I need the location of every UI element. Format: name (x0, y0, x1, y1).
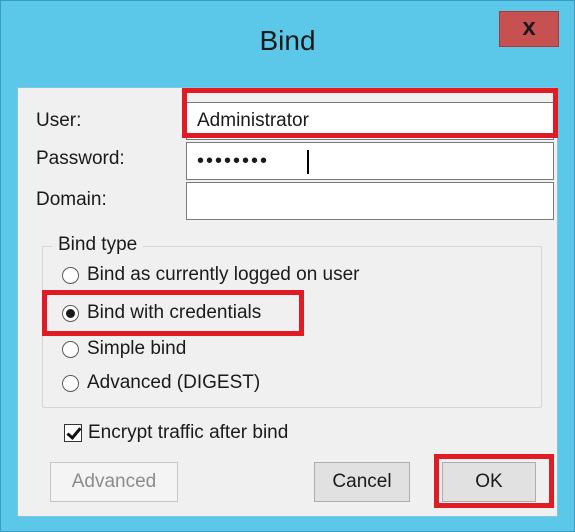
domain-field[interactable] (186, 182, 554, 220)
radio-label: Bind with credentials (87, 302, 262, 323)
user-field[interactable]: Administrator (186, 102, 554, 140)
advanced-button[interactable]: Advanced (50, 462, 178, 502)
radio-label: Simple bind (87, 338, 187, 359)
checkbox-checked-icon (64, 424, 82, 442)
password-field[interactable]: •••••••• (186, 142, 554, 180)
radio-button-icon (62, 374, 79, 392)
text-caret (307, 150, 309, 174)
radio-bind-current-user[interactable]: Bind as currently logged on user (62, 262, 360, 288)
password-label: Password: (36, 148, 125, 169)
user-label: User: (36, 110, 82, 131)
radio-button-icon (62, 340, 79, 358)
radio-button-icon (62, 266, 79, 284)
bind-type-title: Bind type (52, 234, 144, 256)
title-bar[interactable]: Bind x (1, 1, 574, 87)
dialog-client-area: User: Administrator Password: •••••••• D… (17, 87, 558, 517)
close-icon: x (522, 14, 536, 41)
radio-bind-with-credentials[interactable]: Bind with credentials (62, 300, 261, 326)
cancel-button[interactable]: Cancel (314, 462, 410, 502)
radio-advanced-digest[interactable]: Advanced (DIGEST) (62, 370, 260, 396)
domain-label: Domain: (36, 189, 107, 210)
radio-label: Bind as currently logged on user (87, 264, 360, 285)
checkbox-label: Encrypt traffic after bind (88, 422, 289, 443)
radio-label: Advanced (DIGEST) (87, 372, 261, 393)
ok-button[interactable]: OK (442, 462, 536, 502)
password-field-value: •••••••• (197, 150, 270, 172)
user-field-value: Administrator (197, 110, 309, 131)
radio-button-checked-icon (62, 304, 79, 322)
encrypt-traffic-checkbox[interactable]: Encrypt traffic after bind (64, 419, 288, 447)
radio-simple-bind[interactable]: Simple bind (62, 336, 186, 362)
close-button[interactable]: x (499, 11, 559, 47)
dialog-title: Bind (259, 25, 316, 56)
bind-dialog-window: Bind x User: Administrator Password: •••… (0, 0, 575, 532)
